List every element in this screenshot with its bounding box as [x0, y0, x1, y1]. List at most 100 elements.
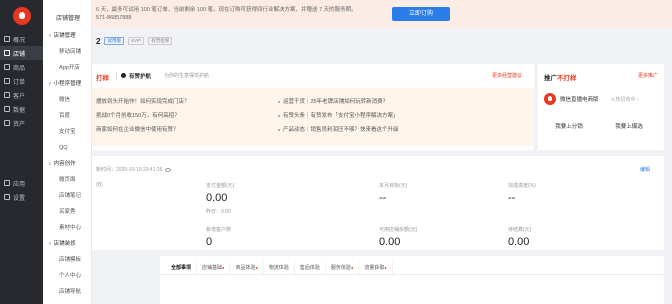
secondary-nav-group[interactable]: 内容创作	[43, 158, 92, 170]
asset-icon	[4, 120, 10, 126]
tag-svip[interactable]: SVIP	[127, 37, 145, 45]
tips-panel: 摆放到头开始作！如何实现完成门店？ 挑战0个月创收150万，有何高招？ 商家如何…	[92, 88, 534, 146]
secondary-nav-item[interactable]: 移动店铺	[43, 46, 92, 58]
apps-icon	[4, 180, 10, 186]
secondary-nav-title: 店铺管理	[56, 16, 81, 22]
news-link[interactable]: 产品动态｜销售员利润压不够？快来看这个升级	[278, 125, 399, 133]
secondary-nav-item[interactable]: 百度	[43, 110, 92, 122]
customer-icon	[4, 92, 10, 98]
news-link[interactable]: 有赞头条｜有赞发布「支付宝小程序解决方案」	[278, 111, 399, 119]
promo-hint: 火热招商中 ›	[610, 96, 639, 103]
more-promo-link[interactable]: 更多推广	[638, 72, 658, 79]
hot-dot-icon: ●	[222, 265, 225, 270]
nav-item-5[interactable]: 数据	[0, 102, 43, 116]
secondary-nav-item[interactable]: 店铺导航	[43, 286, 92, 298]
youzan-logo[interactable]	[13, 7, 31, 25]
tab-0[interactable]: 全部事项	[166, 262, 198, 274]
metric-label: 可用店铺余额(元)	[379, 227, 418, 233]
stats-card: 新时间：2020-10-10 23:41:25 编辑 (B) 支付金额(元) 0…	[92, 156, 664, 250]
checklist-tabs-card: 全部事项 店铺基础● 商品体验● 物流体验 售后体验 服务体验● 流量获取●	[160, 256, 664, 304]
shop-number: 2	[96, 36, 101, 46]
nav-item-label: 数据	[13, 107, 26, 114]
order-now-button[interactable]: 立即订购	[392, 7, 450, 21]
secondary-nav-group[interactable]: 店铺管理	[43, 30, 92, 42]
tip-link[interactable]: 挑战0个月创收150万，有何高招？	[96, 111, 180, 119]
data-icon	[4, 106, 10, 112]
hot-dot-icon: ●	[350, 265, 354, 270]
tab-3[interactable]: 物流体验	[264, 262, 295, 274]
banner-text-line1: 6 天，最多可试用 100 笔订单，当前剩余 100 笔，现在订购可获得四行业解…	[96, 7, 357, 13]
secondary-nav-item[interactable]: 微页面	[43, 174, 92, 186]
metric-value: 0.00	[379, 236, 401, 248]
tag-trial[interactable]: 试用版	[104, 37, 124, 45]
secondary-nav-item[interactable]: 买家秀	[43, 206, 92, 218]
nav-item-label: 店铺	[13, 51, 26, 58]
update-time: 新时间：2020-10-10 23:41:25	[96, 166, 172, 173]
hot-dot-icon: ●	[255, 265, 258, 270]
promo-row[interactable]: 微信直播电商版 火热招商中 ›	[544, 92, 658, 106]
secondary-nav-item[interactable]: 店铺模板	[43, 254, 92, 266]
tab-5[interactable]: 服务体验●	[326, 262, 360, 274]
secondary-nav-item[interactable]: 微信	[43, 94, 92, 106]
hot-select-button[interactable]: 我要上爆选	[604, 120, 654, 134]
guard-icon	[121, 73, 126, 78]
nav-item-label: 资产	[13, 121, 26, 128]
news-link[interactable]: 运营干货｜25年老牌店铺如何玩转新消费？	[278, 97, 388, 105]
tab-label: 服务体验	[330, 265, 351, 271]
metric-label: 支付金额(元)	[206, 183, 235, 189]
secondary-nav-group[interactable]: 小程序管理	[43, 78, 92, 90]
tab-label: 流量获取	[364, 265, 385, 271]
secondary-nav-item[interactable]: 支付宝	[43, 126, 92, 138]
nav-item-0[interactable]: 概况	[0, 32, 43, 46]
secondary-nav-item[interactable]: QQ	[43, 142, 92, 154]
nav-item-label: 订单	[13, 79, 26, 86]
secondary-nav-item[interactable]: 个人中心	[43, 270, 92, 282]
tip-link[interactable]: 摆放到头开始作！如何实现完成门店？	[96, 97, 190, 105]
nav-item-6[interactable]: 资产	[0, 116, 43, 130]
tab-bar: 全部事项 店铺基础● 商品体验● 物流体验 售后体验 服务体验● 流量获取●	[166, 262, 393, 274]
tag-guarantee[interactable]: 有赞担保	[148, 37, 173, 45]
more-tips-link[interactable]: 更多经营建议	[492, 72, 522, 79]
nav-item-1[interactable]: 店铺	[0, 46, 43, 60]
promo-title: 推广不打样	[544, 75, 577, 82]
metric-label: 本月目标(元)	[379, 183, 408, 189]
tab-label: 店铺基础	[202, 265, 223, 271]
nav-item-label: 应用	[13, 181, 26, 188]
metric-label: 完成进度(%)	[508, 183, 536, 189]
nav-item-label: 概况	[13, 37, 26, 44]
tab-2[interactable]: 商品体验●	[230, 262, 264, 274]
order-icon	[4, 78, 10, 84]
secondary-nav-group[interactable]: 店铺装修	[43, 238, 92, 250]
edit-link[interactable]: 编辑	[640, 166, 650, 173]
live-commerce-icon	[544, 93, 556, 105]
distribution-button[interactable]: 我要上分销	[544, 120, 594, 134]
metric-sub: 昨日：0.00	[206, 209, 231, 215]
secondary-nav-item[interactable]: App开店	[43, 62, 92, 74]
nav-item-4[interactable]: 客户	[0, 88, 43, 102]
promo-name: 微信直播电商版	[560, 97, 599, 103]
metric-value: 0.00	[508, 236, 530, 248]
tab-label: 商品体验	[235, 265, 256, 271]
trial-notice-banner: 6 天，最多可试用 100 笔订单，当前剩余 100 笔，现在订购可获得四行业解…	[92, 0, 672, 28]
banner-text-line2: 571-86857888	[96, 15, 132, 21]
metric-label: 新增客户数	[206, 227, 232, 233]
overview-icon	[4, 36, 10, 42]
card-subdesc: 为你的生意保驾护航	[164, 73, 210, 79]
nav-bottom-item-1[interactable]: 设置	[0, 190, 43, 204]
nav-bottom-item-0[interactable]: 应用	[0, 176, 43, 190]
secondary-nav-item[interactable]: 素材中心	[43, 222, 92, 234]
tab-label: 物流体验	[268, 265, 289, 271]
nav-item-2[interactable]: 商品	[0, 60, 43, 74]
eye-icon[interactable]	[165, 167, 172, 172]
tab-4[interactable]: 售后体验	[295, 262, 326, 274]
stats-left-label: (B)	[96, 182, 103, 188]
tab-6[interactable]: 流量获取●	[359, 262, 393, 274]
metric-value: --	[379, 192, 387, 204]
promotion-card: 推广不打样 更多推广 微信直播电商版 火热招商中 › 我要上分销 我要上爆选	[538, 64, 664, 150]
tip-link[interactable]: 商家如何在企业微信中使用有赞？	[96, 125, 179, 133]
nav-item-3[interactable]: 订单	[0, 74, 43, 88]
secondary-nav-item[interactable]: 店铺笔记	[43, 190, 92, 202]
hot-dot-icon: ●	[384, 265, 387, 270]
metric-value: 0.00	[206, 192, 228, 204]
tab-1[interactable]: 店铺基础●	[197, 262, 231, 274]
